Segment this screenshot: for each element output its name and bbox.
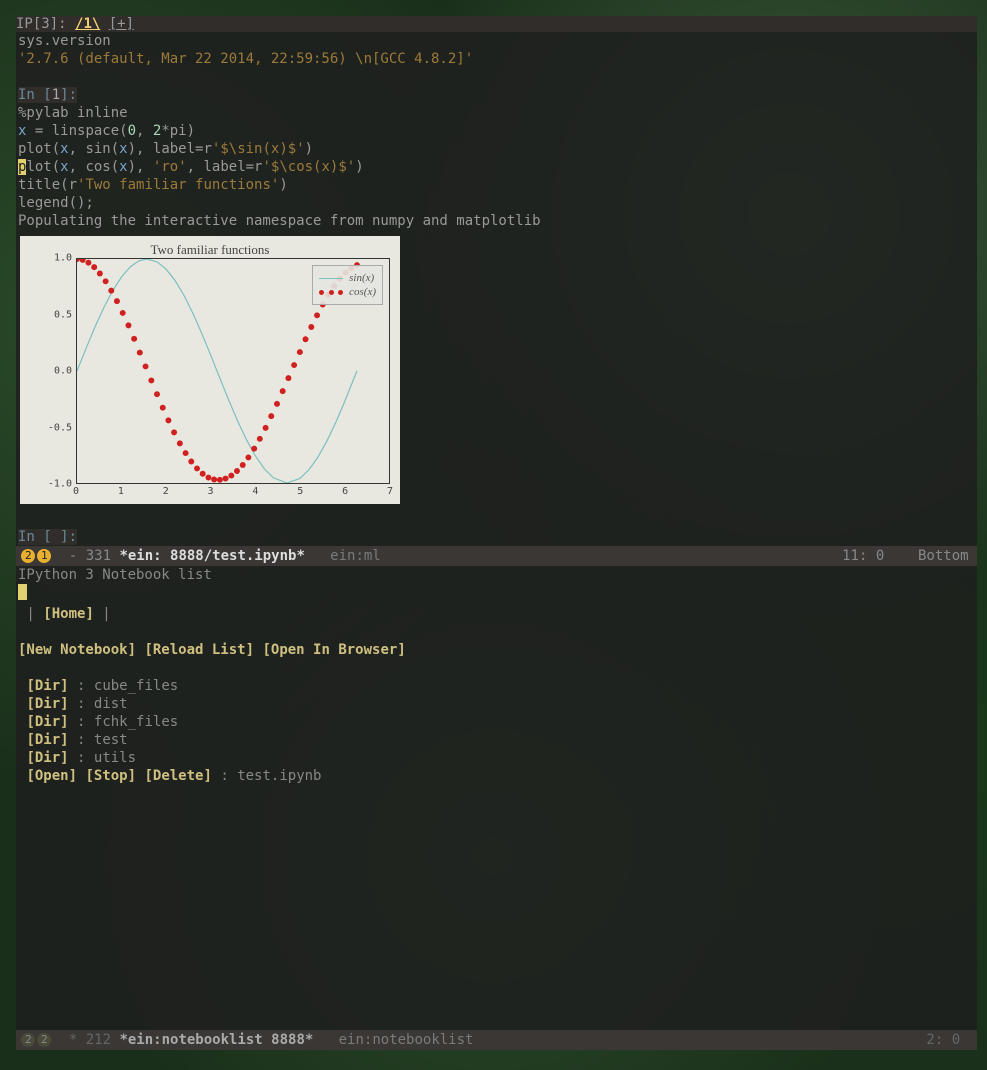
in-prompt-empty: In [ ]:	[18, 529, 77, 545]
reload-list-button[interactable]: [Reload List]	[144, 642, 254, 658]
output-line: sys.version	[18, 32, 975, 50]
window-badge[interactable]: 2	[37, 1033, 51, 1047]
file-name[interactable]: test.ipynb	[237, 768, 321, 784]
scroll-pos: Bottom	[918, 548, 969, 564]
tab-active[interactable]: /1\	[75, 16, 100, 32]
dir-name[interactable]: cube_files	[94, 678, 178, 694]
mode-name: ein:ml	[305, 548, 381, 564]
buffer-name: *ein: 8888/test.ipynb*	[119, 548, 304, 564]
code-line[interactable]: title(r'Two familiar functions')	[18, 176, 975, 194]
workspace-badge[interactable]: 2	[21, 549, 35, 563]
legend-item: sin(x)	[349, 272, 374, 284]
output-line: '2.7.6 (default, Mar 22 2014, 22:59:56) …	[18, 50, 975, 68]
home-link[interactable]: [Home]	[43, 606, 94, 622]
nb-list-title: IPython 3 Notebook list	[18, 566, 975, 584]
dir-link[interactable]: [Dir]	[26, 750, 68, 766]
cursor	[18, 584, 27, 600]
delete-button[interactable]: [Delete]	[144, 768, 211, 784]
window-badge[interactable]: 1	[37, 549, 51, 563]
open-in-browser-button[interactable]: [Open In Browser]	[262, 642, 405, 658]
dir-link[interactable]: [Dir]	[26, 678, 68, 694]
tab-ip-label: IP[3]:	[16, 16, 67, 32]
dir-name[interactable]: utils	[94, 750, 136, 766]
new-notebook-button[interactable]: [New Notebook]	[18, 642, 136, 658]
chart-title: Two familiar functions	[20, 236, 400, 258]
chart-legend: sin(x) cos(x)	[312, 265, 383, 305]
line-col: 2: 0	[926, 1032, 960, 1048]
code-line[interactable]: legend();	[18, 194, 975, 212]
code-line[interactable]: %pylab inline	[18, 104, 975, 122]
tab-new[interactable]: [+]	[109, 16, 134, 32]
code-line[interactable]: x = linspace(0, 2*pi)	[18, 122, 975, 140]
dir-name[interactable]: dist	[94, 696, 128, 712]
output-text: Populating the interactive namespace fro…	[18, 212, 975, 230]
dir-link[interactable]: [Dir]	[26, 696, 68, 712]
dir-link[interactable]: [Dir]	[26, 714, 68, 730]
modeline-bottom: 22 * 212 *ein:notebooklist 8888* ein:not…	[16, 1030, 977, 1050]
dir-link[interactable]: [Dir]	[26, 732, 68, 748]
chart: Two familiar functions -1.0-0.50.00.51.0…	[20, 236, 400, 504]
legend-item: cos(x)	[349, 286, 376, 298]
line-col: 11: 0	[842, 548, 884, 564]
code-line[interactable]: plot(x, sin(x), label=r'$\sin(x)$')	[18, 140, 975, 158]
in-prompt: In [1]:	[18, 87, 77, 103]
stop-button[interactable]: [Stop]	[85, 768, 136, 784]
buffer-name: *ein:notebooklist 8888*	[119, 1032, 313, 1048]
open-button[interactable]: [Open]	[26, 768, 77, 784]
mode-name: ein:notebooklist	[313, 1032, 473, 1048]
notebook-list-pane[interactable]: IPython 3 Notebook list | [Home] | [New …	[16, 566, 977, 1030]
modeline-top: 21 - 331 *ein: 8888/test.ipynb* ein:ml 1…	[16, 546, 977, 566]
workspace-badge[interactable]: 2	[21, 1033, 35, 1047]
dir-name[interactable]: test	[94, 732, 128, 748]
code-line[interactable]: plot(x, cos(x), 'ro', label=r'$\cos(x)$'…	[18, 158, 975, 176]
editor-pane[interactable]: IP[3]: /1\ [+] sys.version '2.7.6 (defau…	[16, 16, 977, 546]
dir-name[interactable]: fchk_files	[94, 714, 178, 730]
tab-bar: IP[3]: /1\ [+]	[16, 16, 977, 32]
